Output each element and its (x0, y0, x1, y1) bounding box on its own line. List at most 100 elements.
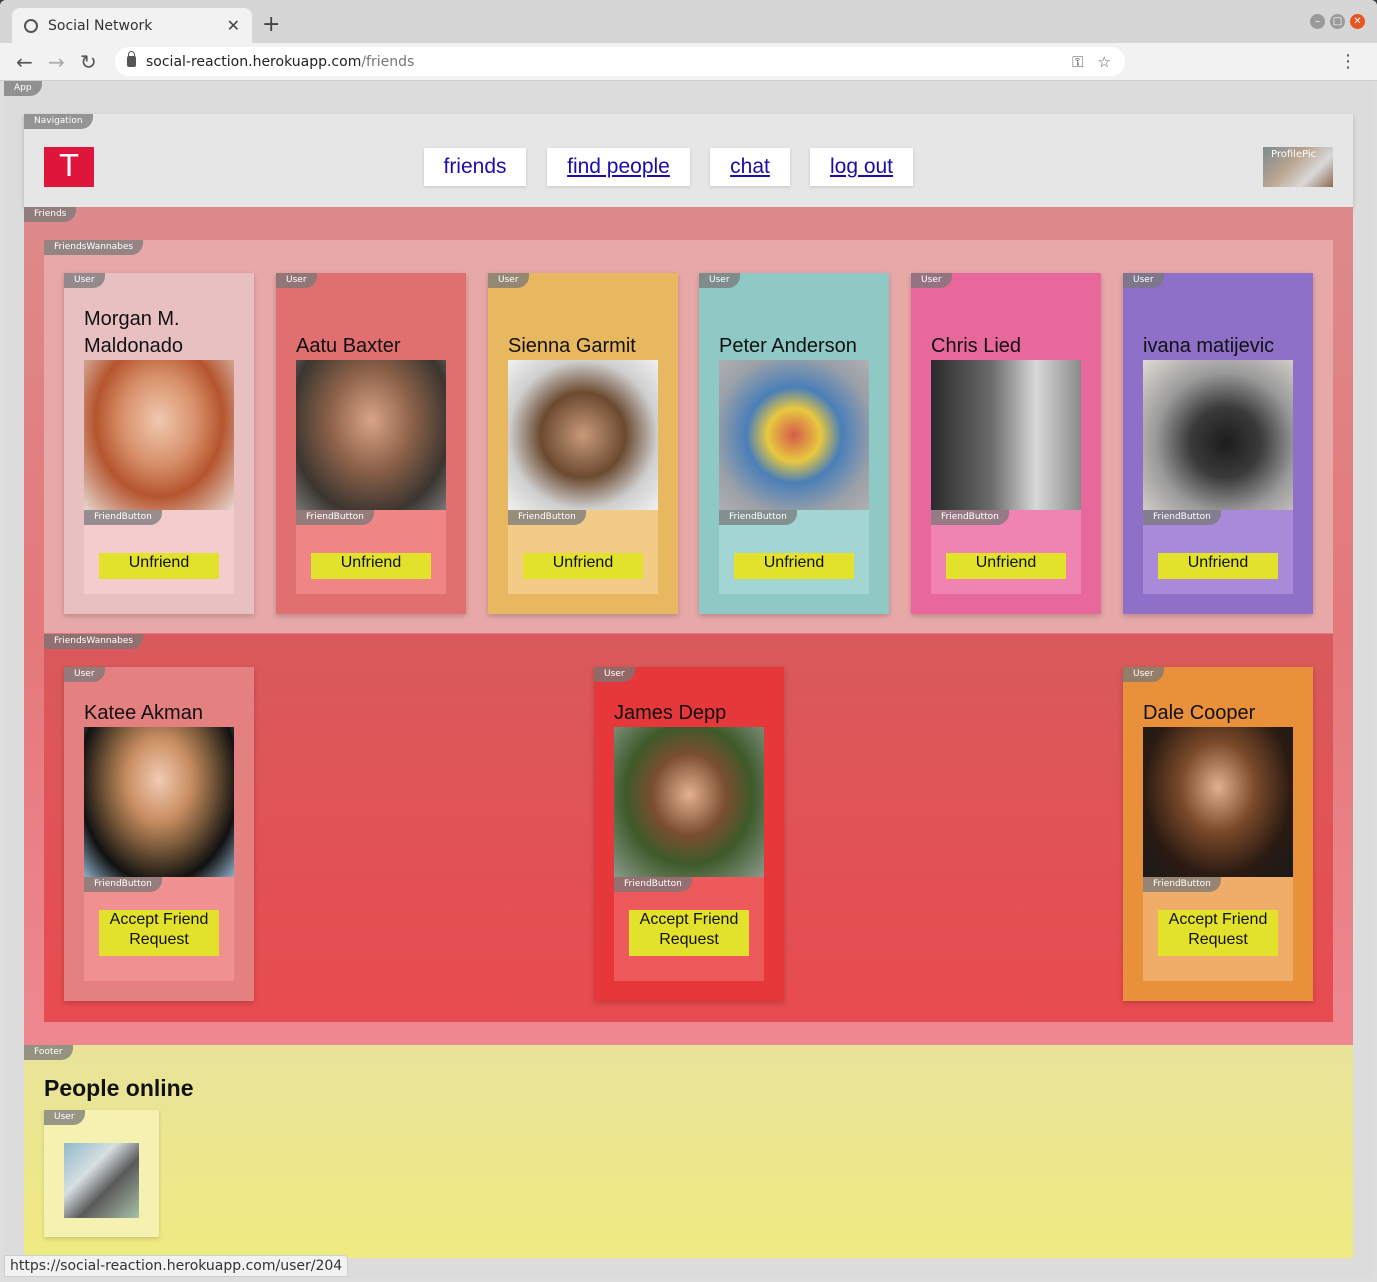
friend-button-panel: FriendButton Accept Friend Request (84, 877, 234, 981)
navigation-label: Navigation (24, 114, 93, 129)
friend-button-panel: FriendButton Unfriend (84, 510, 234, 594)
status-bar-url: https://social-reaction.herokuapp.com/us… (4, 1255, 349, 1277)
accept-friend-request-button[interactable]: Accept Friend Request (99, 910, 219, 956)
user-photo[interactable] (296, 360, 446, 510)
close-tab-icon[interactable]: ✕ (227, 16, 240, 35)
user-photo[interactable] (508, 360, 658, 510)
user-name: Chris Lied (931, 335, 1022, 357)
user-name: Dale Cooper (1143, 702, 1256, 724)
user-name: James Depp (614, 702, 727, 724)
reload-icon[interactable]: ↻ (80, 50, 97, 74)
navigation-bar: Navigation T friends find people chat lo… (24, 114, 1353, 207)
bookmark-star-icon[interactable]: ☆ (1098, 53, 1111, 71)
friend-button-label: FriendButton (84, 510, 162, 525)
new-tab-button[interactable]: + (262, 12, 280, 37)
friend-button-panel: FriendButton Unfriend (508, 510, 658, 594)
nav-friends-link[interactable]: friends (424, 148, 526, 186)
menu-dots-icon[interactable]: ⋮ (1339, 51, 1357, 72)
nav-chat-link[interactable]: chat (710, 148, 790, 186)
user-photo[interactable] (614, 727, 764, 877)
user-name: Aatu Baxter (296, 335, 401, 357)
user-card: User ivana matijevic FriendButton Unfrie… (1123, 273, 1313, 614)
user-label: User (488, 273, 529, 288)
unfriend-button[interactable]: Unfriend (99, 553, 219, 579)
user-label: User (911, 273, 952, 288)
friends-label: Friends (24, 207, 77, 222)
profile-pic-label: ProfilePic (1271, 149, 1317, 160)
friend-button-label: FriendButton (719, 510, 797, 525)
user-name: Katee Akman (84, 702, 203, 724)
page-viewport: App Navigation T friends find people cha… (4, 81, 1373, 1278)
user-label: User (1123, 273, 1164, 288)
browser-window: Social Network ✕ + – □ ✕ ← → ↻ social-re… (0, 0, 1377, 1282)
friend-button-panel: FriendButton Unfriend (719, 510, 869, 594)
url-text: social-reaction.herokuapp.com/friends (146, 53, 415, 70)
friend-button-label: FriendButton (296, 510, 374, 525)
user-name: Morgan M. Maldonado (84, 308, 183, 357)
friend-button-label: FriendButton (1143, 877, 1221, 892)
user-name: Sienna Garmit (508, 335, 636, 357)
user-label: User (594, 667, 635, 682)
minimize-icon[interactable]: – (1310, 14, 1325, 29)
window-controls: – □ ✕ (1310, 14, 1365, 29)
unfriend-button[interactable]: Unfriend (946, 553, 1066, 579)
user-photo[interactable] (931, 360, 1081, 510)
user-card: User James Depp FriendButton Accept Frie… (594, 667, 784, 1001)
nav-logout-link[interactable]: log out (810, 148, 913, 186)
unfriend-button[interactable]: Unfriend (523, 553, 643, 579)
browser-tab[interactable]: Social Network ✕ (12, 8, 252, 43)
friend-button-panel: FriendButton Unfriend (1143, 510, 1293, 594)
friend-button-label: FriendButton (614, 877, 692, 892)
maximize-icon[interactable]: □ (1330, 14, 1345, 29)
key-icon[interactable]: ⚿ (1072, 53, 1083, 71)
logo[interactable]: T (44, 147, 94, 187)
user-card: User Dale Cooper FriendButton Accept Fri… (1123, 667, 1313, 1001)
friend-button-panel: FriendButton Accept Friend Request (1143, 877, 1293, 981)
footer: Footer People online User (24, 1045, 1353, 1258)
lock-icon (127, 51, 136, 67)
user-photo[interactable] (1143, 727, 1293, 877)
user-label: User (64, 273, 105, 288)
user-name: ivana matijevic (1143, 335, 1275, 357)
unfriend-button[interactable]: Unfriend (311, 553, 431, 579)
friend-button-panel: FriendButton Accept Friend Request (614, 877, 764, 981)
people-online-heading: People online (44, 1075, 194, 1101)
friends-wannabes-pending: FriendsWannabes User Katee Akman FriendB… (44, 634, 1333, 1022)
user-card: User Peter Anderson FriendButton Unfrien… (699, 273, 889, 614)
unfriend-button[interactable]: Unfriend (1158, 553, 1278, 579)
wannabes-label: FriendsWannabes (44, 634, 144, 649)
browser-toolbar: ← → ↻ social-reaction.herokuapp.com/frie… (0, 43, 1377, 81)
user-card: User Morgan M. Maldonado FriendButton Un… (64, 273, 254, 614)
friend-button-label: FriendButton (1143, 510, 1221, 525)
tab-strip: Social Network ✕ + – □ ✕ (0, 0, 1377, 43)
accept-friend-request-button[interactable]: Accept Friend Request (629, 910, 749, 956)
footer-label: Footer (24, 1045, 73, 1060)
profile-pic[interactable]: ProfilePic (1263, 147, 1333, 187)
forward-arrow-icon[interactable]: → (48, 50, 65, 74)
user-label: User (44, 1110, 85, 1125)
online-user-card: User (44, 1110, 159, 1237)
unfriend-button[interactable]: Unfriend (734, 553, 854, 579)
user-label: User (699, 273, 740, 288)
online-user-photo[interactable] (64, 1143, 139, 1218)
nav-find-people-link[interactable]: find people (547, 148, 690, 186)
user-card: User Katee Akman FriendButton Accept Fri… (64, 667, 254, 1001)
friends-wannabes-current: FriendsWannabes User Morgan M. Maldonado… (44, 240, 1333, 633)
user-card: User Aatu Baxter FriendButton Unfriend (276, 273, 466, 614)
user-photo[interactable] (84, 727, 234, 877)
friend-button-panel: FriendButton Unfriend (931, 510, 1081, 594)
back-arrow-icon[interactable]: ← (16, 50, 33, 74)
friend-button-label: FriendButton (508, 510, 586, 525)
user-photo[interactable] (1143, 360, 1293, 510)
user-name: Peter Anderson (719, 335, 857, 357)
address-bar[interactable]: social-reaction.herokuapp.com/friends ⚿ … (115, 47, 1125, 76)
user-photo[interactable] (84, 360, 234, 510)
close-window-icon[interactable]: ✕ (1350, 14, 1365, 29)
accept-friend-request-button[interactable]: Accept Friend Request (1158, 910, 1278, 956)
friend-button-panel: FriendButton Unfriend (296, 510, 446, 594)
user-label: User (64, 667, 105, 682)
user-photo[interactable] (719, 360, 869, 510)
app-label: App (4, 81, 42, 96)
user-label: User (276, 273, 317, 288)
friend-button-label: FriendButton (84, 877, 162, 892)
